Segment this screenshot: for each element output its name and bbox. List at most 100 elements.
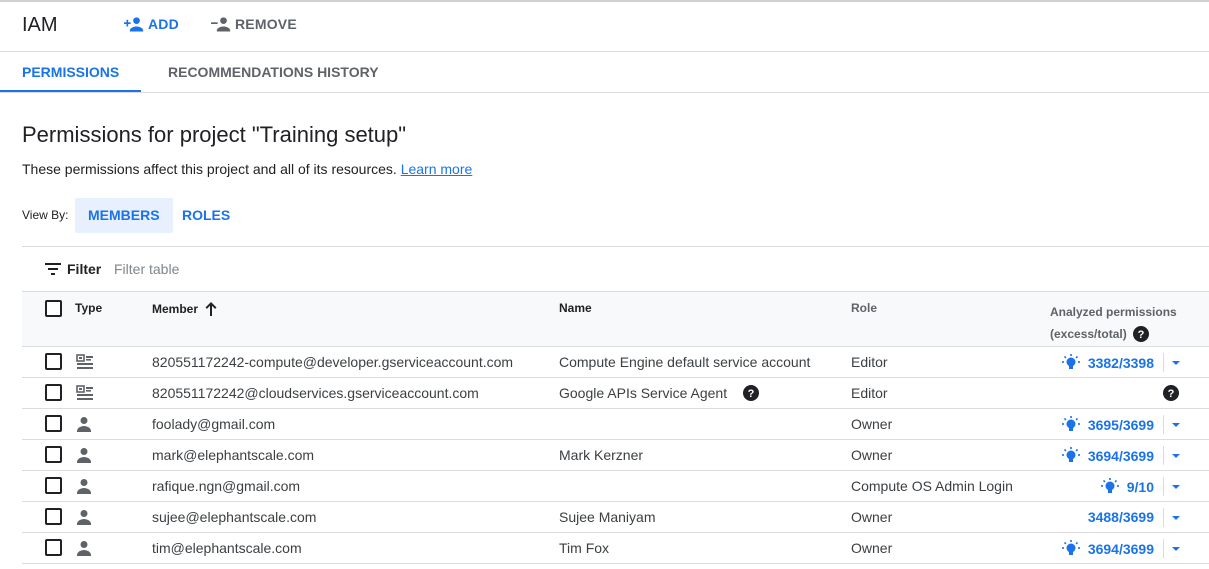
column-header-member-label: Member [152,302,199,316]
analyzed-permissions-value: 3694/3699 [1087,448,1154,464]
service-account-icon [76,385,94,404]
analyzed-header-line1: Analyzed permissions [1050,305,1177,319]
column-header-name[interactable]: Name [559,301,592,315]
row-checkbox[interactable] [45,384,62,404]
add-member-button[interactable]: ADD [124,16,179,32]
analyzed-permissions-link[interactable]: 3694/3699 [1061,447,1154,465]
row-name-text: Sujee Maniyam [559,509,656,525]
row-checkbox[interactable] [45,446,62,466]
expand-dropdown-icon[interactable] [1167,354,1185,372]
expand-dropdown-icon[interactable] [1167,509,1185,527]
table-row: rafique.ngn@gmail.com Compute OS Admin Lo… [22,471,1209,502]
row-name-text: Compute Engine default service account [559,354,811,370]
add-button-label: ADD [148,16,179,32]
description-text: These permissions affect this project an… [22,161,397,177]
page-title: Permissions for project "Training setup" [22,122,407,147]
recommendation-bulb-icon [1100,478,1123,496]
row-role: Compute OS Admin Login [851,478,1013,494]
tab-recommendations-history[interactable]: RECOMMENDATIONS HISTORY [168,53,379,92]
row-checkbox[interactable] [45,477,62,497]
person-icon [76,447,92,466]
view-by-roles-button[interactable]: ROLES [169,198,243,233]
expand-dropdown-icon[interactable] [1167,447,1185,465]
app-header: IAM ADD REMOVE [0,2,1209,52]
table-row: 820551172242@cloudservices.gserviceaccou… [22,378,1209,409]
row-member: sujee@elephantscale.com [152,509,317,525]
analyzed-permissions-link[interactable]: 3694/3699 [1061,540,1154,558]
row-checkbox[interactable] [45,508,62,528]
row-role: Editor [851,385,888,401]
row-checkbox[interactable] [45,353,62,373]
row-member: 820551172242@cloudservices.gserviceaccou… [152,385,479,401]
row-name: Google APIs Service Agent? [559,385,760,401]
row-member: rafique.ngn@gmail.com [152,478,301,494]
divider [1163,539,1164,558]
view-by-members-button[interactable]: MEMBERS [75,198,173,233]
row-role: Owner [851,447,893,463]
filter-icon [45,263,61,275]
column-header-member[interactable]: Member [152,301,218,317]
remove-button-label: REMOVE [235,16,297,32]
row-checkbox[interactable] [45,539,62,559]
recommendation-bulb-icon [1061,416,1084,434]
page-description: These permissions affect this project an… [22,161,472,177]
service-account-icon [76,354,94,373]
person-icon [76,478,92,497]
column-header-role[interactable]: Role [851,301,877,315]
filter-input[interactable] [114,257,514,281]
filter-label: Filter [67,261,102,277]
analyzed-permissions-value: 3382/3398 [1087,355,1154,371]
table-row: 820551172242-compute@developer.gservicea… [22,347,1209,378]
expand-dropdown-icon[interactable] [1167,478,1185,496]
recommendation-bulb-icon [1061,447,1084,465]
analyzed-permissions-value: 3694/3699 [1087,541,1154,557]
expand-dropdown-icon[interactable] [1167,416,1185,434]
recommendation-bulb-icon [1061,540,1084,558]
row-name-text: Mark Kerzner [559,447,644,463]
select-all-checkbox[interactable] [45,300,62,322]
divider [1163,508,1164,527]
row-name-text: Tim Fox [559,540,610,556]
table-header: Type Member Name Role Analyzed permissio… [22,292,1209,347]
row-role: Owner [851,509,893,525]
row-member: foolady@gmail.com [152,416,276,432]
row-member: mark@elephantscale.com [152,447,315,463]
table-row: foolady@gmail.com Owner 3695/3699 [22,409,1209,440]
help-icon[interactable]: ? [1132,326,1149,342]
row-role: Editor [851,354,888,370]
column-header-analyzed-permissions[interactable]: Analyzed permissions (excess/total) ? [1050,301,1177,345]
row-checkbox[interactable] [45,415,62,435]
tab-permissions[interactable]: PERMISSIONS [0,53,141,92]
person-icon [76,416,92,435]
learn-more-link[interactable]: Learn more [401,161,473,177]
row-name: Tim Fox [559,540,609,556]
row-name: Mark Kerzner [559,447,643,463]
row-name-text: Google APIs Service Agent [559,385,728,401]
table-row: mark@elephantscale.com Mark Kerzner Owner 3… [22,440,1209,471]
analyzed-permissions-link[interactable]: 3695/3699 [1061,416,1154,434]
tab-bar: PERMISSIONS RECOMMENDATIONS HISTORY [0,53,1209,93]
column-header-type[interactable]: Type [75,301,102,315]
table-row: tim@elephantscale.com Tim Fox Owner 3694/36… [22,533,1209,564]
remove-person-icon [211,17,231,32]
analyzed-permissions-link[interactable]: 3488/3699 [1088,509,1154,525]
remove-member-button[interactable]: REMOVE [211,16,297,32]
row-role: Owner [851,416,893,432]
help-icon[interactable]: ? [735,385,760,401]
divider [1163,415,1164,434]
row-member: tim@elephantscale.com [152,540,302,556]
person-icon [76,509,92,528]
analyzed-permissions-link[interactable]: 3382/3398 [1061,354,1154,372]
expand-dropdown-icon[interactable] [1167,540,1185,558]
row-role: Owner [851,540,893,556]
recommendation-bulb-icon [1061,354,1084,372]
svg-text:?: ? [748,388,755,400]
table-row: sujee@elephantscale.com Sujee Maniyam Owne… [22,502,1209,533]
analyzed-permissions-link[interactable]: 9/10 [1100,478,1154,496]
svg-text:?: ? [1168,388,1175,400]
divider [1163,477,1164,496]
divider [1163,446,1164,465]
filter-bar: Filter [22,246,1209,292]
help-icon[interactable]: ? [1163,385,1179,404]
analyzed-permissions-value: 3695/3699 [1087,417,1154,433]
